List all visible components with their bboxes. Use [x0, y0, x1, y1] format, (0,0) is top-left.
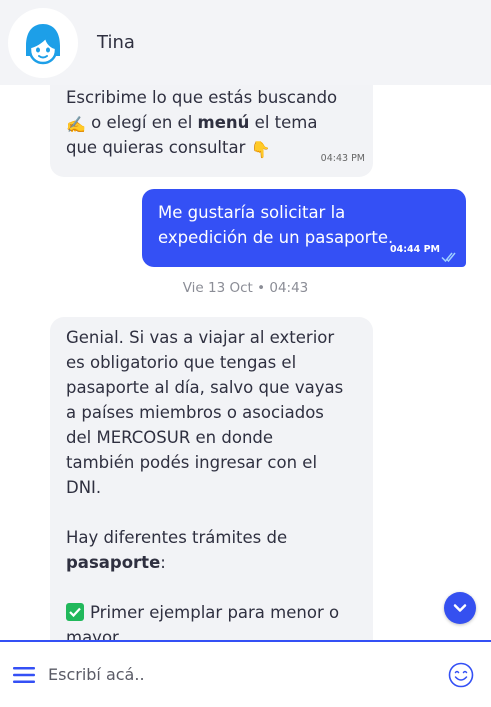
message-line: Genial. Si vas a viajar al exterior: [66, 328, 335, 347]
smiley-icon[interactable]: [448, 662, 474, 688]
message-text: Escribime lo que estás buscando: [66, 88, 338, 107]
message-line: a países miembros o asociados: [66, 403, 324, 422]
message-line: del MERCOSUR en donde: [66, 428, 274, 447]
girl-face-icon: [26, 23, 60, 64]
message-line: también podés ingresar con el: [66, 453, 318, 472]
incoming-message: Genial. Si vas a viajar al exterior es o…: [50, 317, 373, 640]
incoming-message: Escribime lo que estás buscando ✍️ o ele…: [50, 85, 373, 177]
message-line: mayor: [66, 628, 119, 640]
message-text: o elegí en el: [85, 113, 198, 132]
contact-name: Tina: [97, 32, 135, 53]
outgoing-message: Me gustaría solicitar la expedición de u…: [142, 189, 466, 267]
menu-link-text[interactable]: menú: [198, 113, 250, 132]
chat-area[interactable]: Escribime lo que estás buscando ✍️ o ele…: [0, 85, 491, 640]
message-text: Primer ejemplar para menor o: [90, 603, 340, 622]
message-line: es obligatorio que tengas el: [66, 353, 297, 372]
message-line: que quieras consultar 👇: [66, 135, 357, 160]
message-bold-text: pasaporte: [66, 553, 161, 572]
pointing-down-emoji-icon: 👇: [250, 140, 271, 159]
message-composer: [0, 640, 491, 707]
message-line: Primer ejemplar para menor o: [66, 600, 357, 625]
hamburger-menu-icon[interactable]: [13, 666, 35, 684]
message-line: pasaporte:: [66, 550, 357, 575]
date-separator: Vie 13 Oct • 04:43: [182, 280, 309, 296]
message-time: 04:44 PM: [390, 244, 440, 255]
message-text: el tema: [249, 113, 318, 132]
writing-hand-emoji-icon: ✍️: [66, 115, 86, 134]
avatar[interactable]: [8, 7, 78, 78]
double-check-icon: [441, 252, 456, 263]
message-line: ✍️ o elegí en el menú el tema: [66, 110, 357, 135]
message-line: Escribime lo que estás buscando: [66, 85, 357, 110]
chat-header: Tina: [0, 0, 491, 85]
check-mark-emoji-icon: [66, 603, 84, 621]
message-input[interactable]: [48, 665, 428, 684]
message-time: 04:43 PM: [320, 153, 365, 164]
message-text: :: [160, 553, 166, 572]
chevron-down-icon: [453, 604, 467, 612]
scroll-down-button[interactable]: [444, 592, 476, 624]
message-line: pasaporte al día, salvo que vayas: [66, 378, 344, 397]
message-text: que quieras consultar: [66, 138, 251, 157]
message-line: Me gustaría solicitar la: [158, 203, 346, 222]
message-line: Hay diferentes trámites de: [66, 528, 288, 547]
message-line: DNI.: [66, 478, 102, 497]
